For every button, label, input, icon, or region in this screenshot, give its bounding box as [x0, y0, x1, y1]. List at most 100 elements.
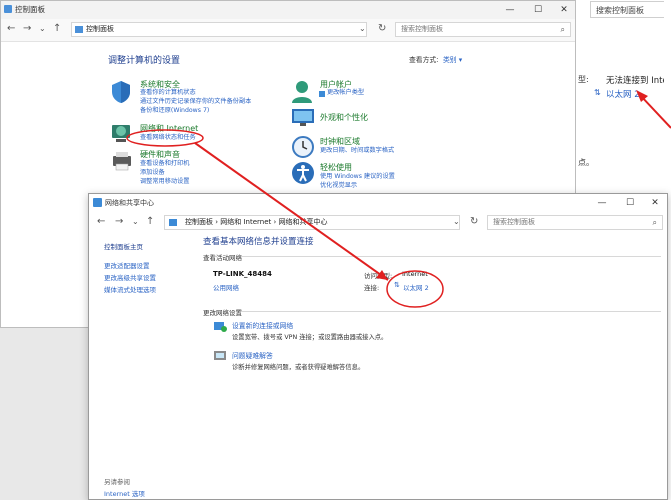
background-fragment-text: 点。	[578, 158, 594, 167]
network-window-heading: 查看基本网络信息并设置连接	[203, 237, 314, 247]
control-panel-breadcrumb[interactable]: 控制面板	[86, 25, 114, 33]
back-icon[interactable]: ←	[97, 216, 105, 227]
connection-ethernet-link[interactable]: 以太网 2	[403, 282, 429, 292]
ethernet-icon: ⇅	[394, 281, 400, 289]
link-add-device[interactable]: 添加设备	[140, 169, 165, 178]
control-panel-search-input[interactable]: 搜索控制面板 ⌕	[395, 22, 571, 37]
search-icon: ⌕	[652, 218, 657, 227]
link-optimize-display[interactable]: 优化视觉显示	[320, 182, 357, 191]
breadcrumb-control-panel[interactable]: 控制面板	[185, 218, 213, 226]
network-name: TP-LINK_48484	[213, 270, 272, 278]
view-by-value[interactable]: 类别	[443, 56, 457, 64]
link-backup-restore[interactable]: 备份和还原(Windows 7)	[140, 107, 209, 116]
refresh-icon[interactable]: ↻	[470, 216, 478, 227]
search-icon: ⌕	[560, 25, 565, 34]
link-date-time-format[interactable]: 更改日期、时间或数字格式	[320, 147, 394, 156]
close-icon[interactable]: ✕	[551, 1, 577, 19]
category-hardware-sound[interactable]: 硬件和声音	[140, 149, 180, 160]
link-mobility-settings[interactable]: 调整常用移动设置	[140, 178, 190, 187]
sidebar-internet-options[interactable]: Internet 选项	[104, 488, 145, 498]
active-networks-label: 查看活动网络	[203, 254, 242, 262]
network-window-app-icon	[93, 198, 102, 207]
user-icon	[292, 81, 312, 103]
sidebar-advanced-sharing[interactable]: 更改高级共享设置	[104, 272, 156, 282]
network-window-titlebar: 网络和共享中心 — ☐ ✕	[89, 194, 667, 212]
sidebar-control-panel-home[interactable]: 控制面板主页	[104, 241, 143, 251]
access-type-value: Internet	[402, 270, 428, 278]
network-window-address-bar: ← → ⌄ ↑ 控制面板 › 网络和 Internet › 网络和共享中心 ⌄ …	[89, 212, 667, 234]
appearance-icon	[292, 109, 314, 126]
background-search-placeholder: 搜索控制面板	[596, 6, 644, 15]
refresh-icon[interactable]: ↻	[378, 23, 386, 34]
view-by-label: 查看方式:	[409, 56, 439, 64]
action-new-connection-desc: 设置宽带、拨号或 VPN 连接；或设置路由器或接入点。	[232, 334, 388, 341]
sidebar-media-streaming[interactable]: 媒体流式处理选项	[104, 284, 156, 294]
troubleshoot-icon	[214, 351, 226, 360]
active-networks-divider	[241, 256, 661, 257]
background-status-text: 无法连接到 Inter	[606, 76, 671, 86]
maximize-icon[interactable]: ☐	[617, 194, 643, 212]
connections-label: 连接:	[364, 284, 380, 292]
category-network-internet[interactable]: 网络和 Internet	[140, 123, 198, 134]
network-window-title: 网络和共享中心	[105, 199, 154, 207]
control-panel-search-placeholder: 搜索控制面板	[401, 25, 443, 33]
category-appearance[interactable]: 外观和个性化	[320, 112, 368, 123]
background-search-input[interactable]: 搜索控制面板	[590, 1, 671, 18]
link-devices-printers[interactable]: 查看设备和打印机	[140, 160, 190, 169]
network-type-link[interactable]: 公用网络	[213, 282, 239, 292]
clock-icon	[292, 136, 314, 158]
breadcrumb-network-internet[interactable]: 网络和 Internet	[220, 218, 271, 226]
up-icon[interactable]: ↑	[53, 23, 61, 34]
breadcrumb-network-sharing[interactable]: 网络和共享中心	[279, 218, 328, 226]
new-connection-icon	[214, 322, 227, 332]
chevron-down-icon[interactable]: ⌄	[39, 24, 46, 33]
control-panel-heading: 调整计算机的设置	[108, 56, 181, 66]
close-icon[interactable]: ✕	[642, 194, 668, 212]
access-type-label: 访问类型:	[364, 272, 393, 280]
minimize-icon[interactable]: —	[589, 194, 615, 212]
category-ease-of-access[interactable]: 轻松使用	[320, 162, 352, 173]
link-view-computer-status[interactable]: 查看你的计算机状态	[140, 89, 196, 98]
control-panel-small-icon	[75, 26, 83, 33]
control-panel-app-icon	[4, 5, 12, 13]
forward-icon[interactable]: →	[23, 23, 31, 34]
minimize-icon[interactable]: —	[497, 1, 523, 19]
printer-icon	[113, 152, 131, 171]
control-panel-address-bar: ← → ⌄ ↑ 控制面板 ⌄ ↻ 搜索控制面板 ⌕	[1, 19, 575, 42]
forward-icon[interactable]: →	[115, 216, 123, 227]
change-settings-divider	[241, 311, 661, 312]
ethernet-icon: ⇅	[594, 88, 601, 97]
link-file-history-backup[interactable]: 通过文件历史记录保存你的文件备份副本	[140, 98, 251, 107]
network-window-search-placeholder: 搜索控制面板	[493, 218, 535, 226]
link-recommended-settings[interactable]: 使用 Windows 建议的设置	[320, 173, 395, 182]
action-troubleshoot-link[interactable]: 问题疑难解答	[232, 350, 273, 360]
control-panel-title: 控制面板	[15, 5, 45, 14]
category-clock-region[interactable]: 时钟和区域	[320, 136, 360, 147]
background-type-label: 型:	[578, 75, 589, 84]
sidebar-see-also-label: 另请参阅	[104, 478, 130, 486]
link-view-network-status[interactable]: 查看网络状态和任务	[140, 134, 196, 143]
network-sharing-window: 网络和共享中心 — ☐ ✕ ← → ⌄ ↑ 控制面板 › 网络和 Interne…	[88, 193, 668, 500]
background-connection-link[interactable]: 以太网 2	[606, 88, 640, 100]
network-window-search-input[interactable]: 搜索控制面板 ⌕	[487, 215, 663, 230]
network-globe-icon	[112, 125, 130, 142]
uac-shield-icon	[319, 91, 325, 97]
network-small-icon	[169, 219, 177, 226]
link-change-account-type[interactable]: 更改帐户类型	[327, 89, 364, 98]
address-dropdown-icon[interactable]: ⌄	[453, 217, 460, 226]
chevron-down-icon[interactable]: ⌄	[132, 217, 139, 226]
change-settings-label: 更改网络设置	[203, 309, 242, 317]
back-icon[interactable]: ←	[7, 23, 15, 34]
control-panel-titlebar: 控制面板 — ☐ ✕	[1, 1, 575, 19]
maximize-icon[interactable]: ☐	[525, 1, 551, 19]
up-icon[interactable]: ↑	[146, 216, 154, 227]
shield-icon	[112, 81, 130, 103]
action-troubleshoot-desc: 诊断并修复网络问题，或者获得疑难解答信息。	[232, 364, 365, 371]
sidebar-change-adapter-settings[interactable]: 更改适配器设置	[104, 260, 150, 270]
address-dropdown-icon[interactable]: ⌄	[359, 24, 366, 33]
network-window-address-field[interactable]: 控制面板 › 网络和 Internet › 网络和共享中心	[164, 215, 460, 230]
control-panel-address-field[interactable]: 控制面板	[71, 22, 367, 37]
view-by-dropdown[interactable]: 类别 ▾	[443, 54, 462, 64]
action-new-connection-link[interactable]: 设置新的连接或网络	[232, 320, 293, 330]
accessibility-icon	[292, 162, 314, 184]
